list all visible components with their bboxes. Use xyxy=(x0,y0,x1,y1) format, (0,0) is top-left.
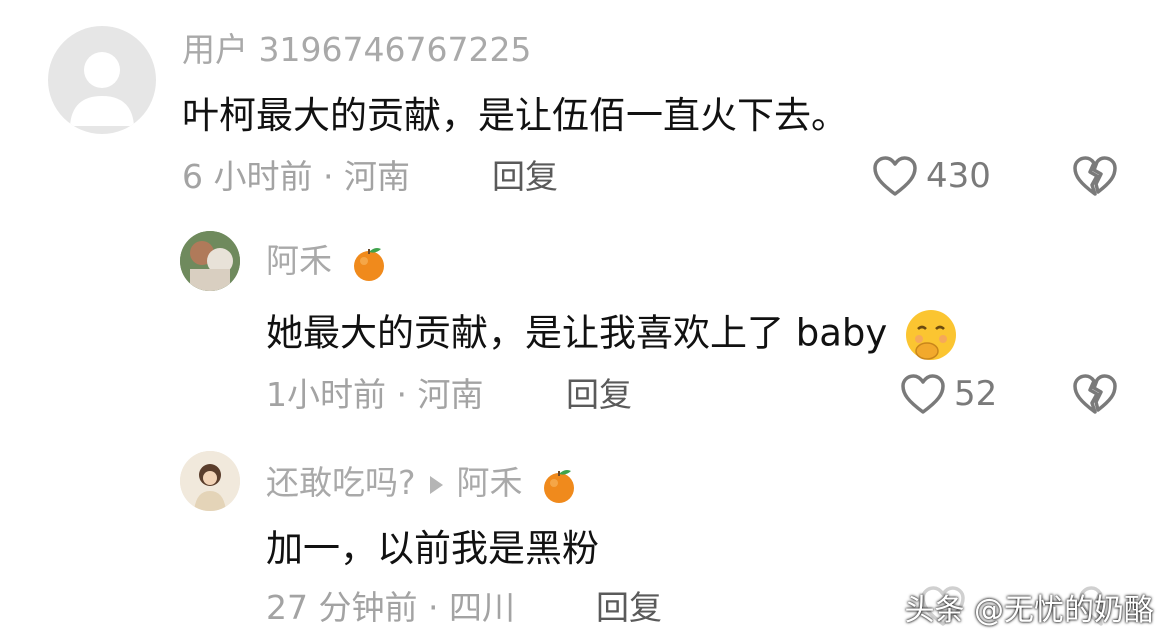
watermark: 头条 @无忧的奶酪 xyxy=(904,593,1154,628)
reply-to-username[interactable]: 阿禾 xyxy=(457,463,523,502)
broken-heart-icon xyxy=(1073,374,1117,414)
reply-button[interactable]: 回复 xyxy=(492,157,558,197)
user-photo-icon xyxy=(180,231,240,291)
avatar[interactable] xyxy=(48,26,156,134)
shy-face-emoji-icon xyxy=(906,310,957,360)
orange-emoji-icon xyxy=(353,247,384,281)
reply-username-text: 阿禾 xyxy=(266,241,332,280)
reply-button[interactable]: 回复 xyxy=(596,588,662,628)
like-button[interactable]: 430 xyxy=(872,155,991,197)
like-button[interactable]: 52 xyxy=(900,373,997,415)
reply-text: 加一，以前我是黑粉 xyxy=(266,527,599,570)
avatar[interactable] xyxy=(180,231,240,291)
like-count: 430 xyxy=(926,156,991,196)
reply-item: 阿禾 她最大的贡献，是让我喜欢上了 baby 1小时前 · 河南 回复 52 xyxy=(0,215,1170,435)
reply-text: 她最大的贡献，是让我喜欢上了 baby xyxy=(266,307,961,363)
avatar[interactable] xyxy=(180,451,240,511)
user-placeholder-icon xyxy=(70,52,134,126)
orange-emoji-icon xyxy=(544,469,575,503)
comment-text: 叶柯最大的贡献，是让伍佰一直火下去。 xyxy=(182,94,848,137)
comment-username[interactable]: 用户 3196746767225 xyxy=(182,30,531,70)
reply-username[interactable]: 阿禾 xyxy=(266,241,389,283)
reply-time-location: 1小时前 · 河南 xyxy=(266,375,484,414)
reply-username[interactable]: 还敢吃吗? 阿禾 xyxy=(266,463,579,505)
reply-button[interactable]: 回复 xyxy=(566,375,632,415)
reply-time-location: 27 分钟前 · 四川 xyxy=(266,588,515,627)
reply-text-body: 她最大的贡献，是让我喜欢上了 baby xyxy=(266,311,888,355)
user-photo-icon xyxy=(180,451,240,511)
dislike-button[interactable] xyxy=(1072,373,1118,419)
like-count: 52 xyxy=(954,374,998,414)
comment-time-location: 6 小时前 · 河南 xyxy=(182,157,410,196)
broken-heart-icon xyxy=(1073,156,1117,196)
heart-icon xyxy=(873,156,917,196)
dislike-button[interactable] xyxy=(1072,155,1118,201)
heart-icon xyxy=(901,374,945,414)
comment-item: 用户 3196746767225 叶柯最大的贡献，是让伍佰一直火下去。 6 小时… xyxy=(0,0,1170,215)
reply-arrow-icon xyxy=(429,475,443,494)
reply-username-text: 还敢吃吗? xyxy=(266,463,416,502)
